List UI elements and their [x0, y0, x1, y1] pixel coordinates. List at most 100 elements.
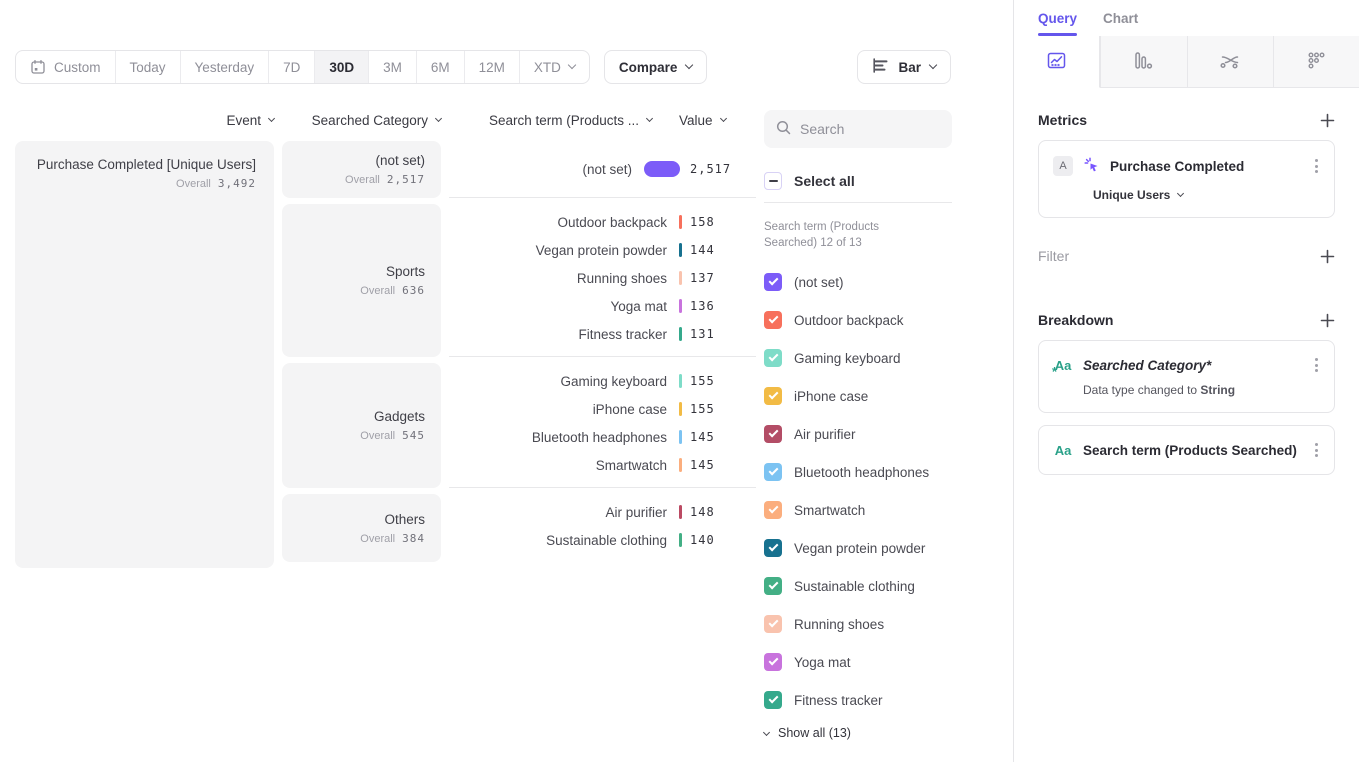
add-metric-button[interactable] — [1320, 113, 1335, 128]
column-header-searched-category[interactable]: Searched Category — [282, 113, 441, 128]
date-range-custom[interactable]: Custom — [16, 51, 115, 83]
filter-item-gaming-keyboard[interactable]: Gaming keyboard — [764, 339, 1013, 377]
filter-item-label: (not set) — [794, 275, 844, 290]
date-range-label: XTD — [534, 60, 561, 75]
filter-item-sustainable-clothing[interactable]: Sustainable clothing — [764, 567, 1013, 605]
category-cell-sports[interactable]: SportsOverall636 — [282, 204, 441, 357]
date-range-today[interactable]: Today — [115, 51, 180, 83]
measure-dropdown[interactable]: Unique Users — [1093, 188, 1320, 202]
checkbox[interactable] — [764, 539, 782, 557]
event-cell[interactable]: Purchase Completed [Unique Users] Overal… — [15, 141, 274, 568]
date-range-xtd[interactable]: XTD — [519, 51, 589, 83]
term-row-smartwatch[interactable]: Smartwatch145 — [449, 451, 756, 479]
kebab-menu-icon[interactable] — [1313, 157, 1320, 175]
kebab-menu-icon[interactable] — [1313, 356, 1320, 374]
filter-item-label: Running shoes — [794, 617, 884, 632]
add-breakdown-button[interactable] — [1320, 313, 1335, 328]
term-row-outdoor-backpack[interactable]: Outdoor backpack158 — [449, 208, 756, 236]
filter-item-vegan-protein-powder[interactable]: Vegan protein powder — [764, 529, 1013, 567]
filter-item-bluetooth-headphones[interactable]: Bluetooth headphones — [764, 453, 1013, 491]
term-row-iphone-case[interactable]: iPhone case155 — [449, 395, 756, 423]
date-range-6m[interactable]: 6M — [416, 51, 464, 83]
checkmark-icon — [768, 428, 778, 438]
checkbox[interactable] — [764, 463, 782, 481]
filter-item-outdoor-backpack[interactable]: Outdoor backpack — [764, 301, 1013, 339]
checkmark-icon — [768, 390, 778, 400]
date-range-3m[interactable]: 3M — [368, 51, 416, 83]
funnels-icon — [1133, 50, 1154, 74]
filter-item-running-shoes[interactable]: Running shoes — [764, 605, 1013, 643]
select-all-checkbox[interactable] — [764, 172, 782, 190]
search-box — [764, 110, 952, 148]
category-cell-others[interactable]: OthersOverall384 — [282, 494, 441, 562]
term-value: 137 — [690, 271, 756, 285]
date-range-30d[interactable]: 30D — [314, 51, 368, 83]
retention-tab[interactable] — [1273, 36, 1359, 88]
column-header-search-term[interactable]: Search term (Products ... — [449, 113, 652, 128]
flows-tab[interactable] — [1187, 36, 1273, 88]
breakdown-card-search-term[interactable]: Aa Search term (Products Searched) — [1038, 425, 1335, 475]
metric-card[interactable]: A Purchase Completed Unique Users — [1038, 140, 1335, 218]
filter-checkbox-list: (not set) Outdoor backpackGaming keyboard… — [764, 263, 1013, 719]
kebab-menu-icon[interactable] — [1313, 441, 1320, 459]
checkbox[interactable] — [764, 387, 782, 405]
filter-item-not-set[interactable]: (not set) — [764, 263, 1013, 301]
column-header-value[interactable]: Value — [652, 113, 756, 128]
date-range-toolbar: CustomTodayYesterday7D30D3M6M12M XTD Comp… — [15, 50, 707, 84]
show-all-button[interactable]: Show all (13) — [764, 726, 1013, 740]
term-row-not-set[interactable]: (not set)2,517 — [449, 155, 756, 183]
tab-chart[interactable]: Chart — [1103, 11, 1138, 36]
breakdown-card-searched-category[interactable]: Aa* Searched Category* Data type changed… — [1038, 340, 1335, 413]
filter-item-iphone-case[interactable]: iPhone case — [764, 377, 1013, 415]
date-range-7d[interactable]: 7D — [268, 51, 314, 83]
checkbox[interactable] — [764, 615, 782, 633]
add-filter-button[interactable] — [1320, 249, 1335, 264]
filter-item-label: Yoga mat — [794, 655, 851, 670]
chart-type-button[interactable]: Bar — [857, 50, 951, 84]
term-row-sustainable-clothing[interactable]: Sustainable clothing140 — [449, 526, 756, 554]
query-panel: Query Chart — [1013, 0, 1359, 762]
checkbox[interactable] — [764, 577, 782, 595]
insights-tab[interactable] — [1014, 36, 1100, 88]
column-header-event[interactable]: Event — [15, 113, 274, 128]
tab-query[interactable]: Query — [1038, 11, 1077, 36]
category-overall: Overall2,517 — [345, 173, 425, 186]
chevron-down-icon — [763, 729, 770, 736]
overall-label: Overall — [360, 430, 395, 442]
funnels-tab[interactable] — [1100, 36, 1186, 88]
checkbox[interactable] — [764, 425, 782, 443]
checkbox[interactable] — [764, 349, 782, 367]
query-panel-tabs: Query Chart — [1014, 0, 1359, 36]
term-row-air-purifier[interactable]: Air purifier148 — [449, 498, 756, 526]
term-label: Air purifier — [449, 505, 679, 520]
table-group: (not set)Overall2,517 (not set)2,517 — [282, 141, 756, 198]
filter-item-smartwatch[interactable]: Smartwatch — [764, 491, 1013, 529]
query-builder: Metrics A Purchase Completed Unique User… — [1014, 88, 1359, 475]
checkbox[interactable] — [764, 653, 782, 671]
date-range-12m[interactable]: 12M — [464, 51, 519, 83]
filter-item-fitness-tracker[interactable]: Fitness tracker — [764, 681, 1013, 719]
select-all-row[interactable]: Select all — [764, 172, 1013, 190]
overall-label: Overall — [360, 533, 395, 545]
checkbox[interactable] — [764, 273, 782, 291]
term-row-running-shoes[interactable]: Running shoes137 — [449, 264, 756, 292]
compare-button[interactable]: Compare — [604, 50, 708, 84]
checkbox[interactable] — [764, 501, 782, 519]
term-label: Outdoor backpack — [449, 215, 679, 230]
metric-event-name: Purchase Completed — [1110, 159, 1303, 174]
date-range-yesterday[interactable]: Yesterday — [180, 51, 269, 83]
category-cell-gadgets[interactable]: GadgetsOverall545 — [282, 363, 441, 488]
category-name: Sports — [386, 264, 425, 279]
checkbox[interactable] — [764, 311, 782, 329]
term-row-gaming-keyboard[interactable]: Gaming keyboard155 — [449, 367, 756, 395]
search-input[interactable] — [800, 121, 940, 137]
term-row-vegan-protein-powder[interactable]: Vegan protein powder144 — [449, 236, 756, 264]
filter-item-air-purifier[interactable]: Air purifier — [764, 415, 1013, 453]
indeterminate-dash-icon — [769, 180, 778, 182]
term-row-fitness-tracker[interactable]: Fitness tracker131 — [449, 320, 756, 348]
term-row-bluetooth-headphones[interactable]: Bluetooth headphones145 — [449, 423, 756, 451]
checkbox[interactable] — [764, 691, 782, 709]
filter-item-yoga-mat[interactable]: Yoga mat — [764, 643, 1013, 681]
category-cell-not-set[interactable]: (not set)Overall2,517 — [282, 141, 441, 198]
term-row-yoga-mat[interactable]: Yoga mat136 — [449, 292, 756, 320]
